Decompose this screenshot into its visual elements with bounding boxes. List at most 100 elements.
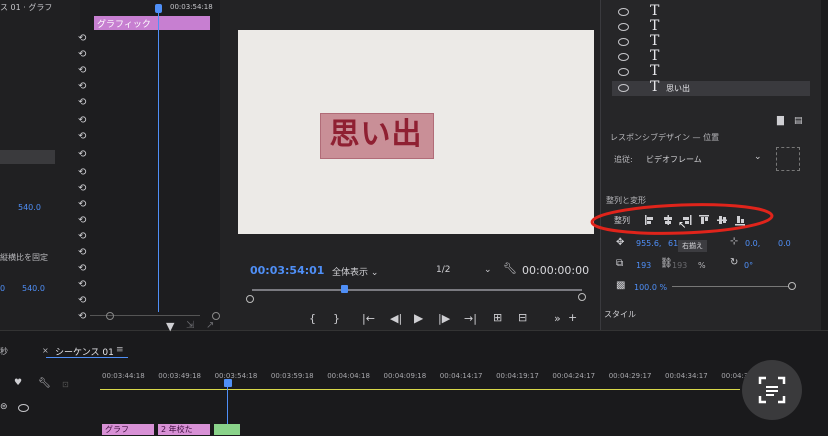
text-layer-icon: T: [650, 79, 660, 95]
anchor-y[interactable]: 0.0: [778, 239, 791, 248]
layer-row[interactable]: T: [612, 33, 810, 50]
scale-width[interactable]: 193: [636, 261, 651, 270]
reset-parameter-icon[interactable]: ⟲: [78, 264, 90, 274]
track-target-icon[interactable]: ♥: [14, 378, 22, 388]
zoom-select[interactable]: 全体表示 ⌄: [332, 265, 378, 278]
graphic-clip[interactable]: グラフィック: [94, 16, 210, 30]
opacity-value[interactable]: 100.0 %: [634, 283, 667, 292]
reset-parameter-icon[interactable]: ⟲: [78, 116, 90, 126]
value-0[interactable]: 0: [0, 284, 5, 293]
go-to-in-button[interactable]: |←: [362, 312, 375, 325]
layer-row-selected[interactable]: T 思い出: [612, 79, 810, 96]
eye-icon[interactable]: [618, 8, 629, 16]
timeline-clip-3[interactable]: [214, 424, 240, 435]
layer-row[interactable]: T: [612, 18, 810, 35]
eye-icon[interactable]: [618, 84, 629, 92]
position-x[interactable]: 955.6,: [636, 239, 661, 248]
program-playhead[interactable]: [341, 285, 348, 293]
new-layer-icon[interactable]: ▤: [794, 116, 803, 126]
eye-icon[interactable]: [618, 23, 629, 31]
scan-text-button[interactable]: [742, 360, 802, 420]
reset-parameter-icon[interactable]: ⟲: [78, 34, 90, 44]
layer-row[interactable]: T: [612, 3, 810, 20]
layer-row[interactable]: T: [612, 48, 810, 65]
pin-widget[interactable]: [776, 147, 800, 171]
opacity-slider[interactable]: [672, 286, 792, 287]
scrub-end-handle[interactable]: [578, 293, 586, 301]
sync-lock-icon[interactable]: ⊜: [0, 402, 8, 412]
step-forward-button[interactable]: |▶: [438, 312, 450, 325]
value-540-top[interactable]: 540.0: [18, 203, 41, 212]
add-button-icon[interactable]: +: [568, 311, 577, 324]
anchor-icon: ⊹: [730, 236, 739, 247]
follow-chevron-icon[interactable]: ⌄: [754, 152, 762, 162]
ruler-label: 00:03:59:18: [270, 372, 314, 380]
scrub-start-handle[interactable]: [246, 295, 254, 303]
reset-parameter-icon[interactable]: ⟲: [78, 184, 90, 194]
reset-parameter-icon[interactable]: ⟲: [78, 232, 90, 242]
lift-button[interactable]: ⊞: [493, 311, 502, 324]
reset-parameter-icon[interactable]: ⟲: [78, 296, 90, 306]
track-eye-icon[interactable]: [18, 404, 29, 412]
tab-menu-icon[interactable]: ≡: [116, 345, 124, 355]
play-button[interactable]: ▶: [414, 311, 423, 325]
captions-icon[interactable]: ⊡: [62, 380, 69, 389]
value-540-bottom[interactable]: 540.0: [22, 284, 45, 293]
align-center-h-icon[interactable]: [662, 214, 674, 226]
position-y[interactable]: 61: [668, 239, 678, 248]
reset-parameter-icon[interactable]: ⟲: [78, 66, 90, 76]
text-layer-icon: T: [650, 48, 660, 64]
folder-icon[interactable]: ▇: [777, 116, 784, 126]
close-tab-icon[interactable]: ×: [42, 346, 49, 355]
eye-icon[interactable]: [618, 38, 629, 46]
reset-parameter-icon[interactable]: ⟲: [78, 312, 90, 322]
reset-parameter-icon[interactable]: ⟲: [78, 150, 90, 160]
reset-parameter-icon[interactable]: ⟲: [78, 132, 90, 142]
timeline-playhead[interactable]: [224, 379, 232, 387]
reset-parameter-icon[interactable]: ⟲: [78, 200, 90, 210]
chevron-down-icon: ⌄: [370, 268, 379, 278]
left-panel-tab[interactable]: ス 01 · グラフ: [0, 2, 80, 14]
resolution-select[interactable]: 1/2: [436, 265, 450, 275]
link-icon[interactable]: ⛓︎: [660, 258, 673, 269]
reset-parameter-icon[interactable]: ⟲: [78, 50, 90, 60]
more-controls-button[interactable]: »: [554, 312, 561, 325]
program-scrub-bar[interactable]: [252, 289, 582, 291]
mark-in-button[interactable]: {: [309, 312, 316, 325]
align-left-icon[interactable]: [644, 214, 656, 226]
work-area-bar[interactable]: [100, 389, 740, 390]
layer-row[interactable]: T: [612, 63, 810, 80]
resolution-chevron-icon[interactable]: ⌄: [484, 265, 492, 275]
go-to-out-button[interactable]: →|: [464, 312, 477, 325]
follow-select[interactable]: ビデオフレーム: [646, 154, 702, 165]
step-back-button[interactable]: ◀|: [390, 312, 402, 325]
reset-parameter-icon[interactable]: ⟲: [78, 216, 90, 226]
align-center-v-icon[interactable]: [716, 214, 728, 226]
reset-parameter-icon[interactable]: ⟲: [78, 168, 90, 178]
opacity-slider-handle[interactable]: [788, 282, 796, 290]
export-icon[interactable]: ⇲: [186, 320, 194, 331]
timeline-clip-graph[interactable]: グラフ: [102, 424, 154, 435]
filter-icon[interactable]: ▼: [166, 320, 174, 333]
eye-icon[interactable]: [618, 53, 629, 61]
extract-button[interactable]: ⊟: [518, 311, 527, 324]
eye-icon[interactable]: [618, 68, 629, 76]
align-bottom-icon[interactable]: [734, 214, 746, 226]
title-text[interactable]: 思い出: [320, 113, 432, 157]
current-timecode[interactable]: 00:03:54:01: [250, 264, 324, 277]
share-icon[interactable]: ↗: [206, 320, 214, 331]
scale-height[interactable]: 193: [672, 261, 687, 270]
reset-parameter-icon[interactable]: ⟲: [78, 248, 90, 258]
reset-parameter-icon[interactable]: ⟲: [78, 280, 90, 290]
rotation-value[interactable]: 0°: [744, 261, 753, 270]
reset-parameter-icon[interactable]: ⟲: [78, 82, 90, 92]
mark-out-button[interactable]: }: [333, 312, 340, 325]
anchor-x[interactable]: 0.0,: [745, 239, 760, 248]
reset-parameter-icon[interactable]: ⟲: [78, 98, 90, 108]
mid-scroll-start[interactable]: [106, 312, 114, 320]
wrench-icon[interactable]: 🔧︎: [503, 262, 517, 275]
align-top-icon[interactable]: [698, 214, 710, 226]
timeline-wrench-icon[interactable]: 🔧︎: [38, 378, 51, 389]
mid-scroll-end[interactable]: [212, 312, 220, 320]
timeline-clip-2[interactable]: 2 年校た: [158, 424, 210, 435]
